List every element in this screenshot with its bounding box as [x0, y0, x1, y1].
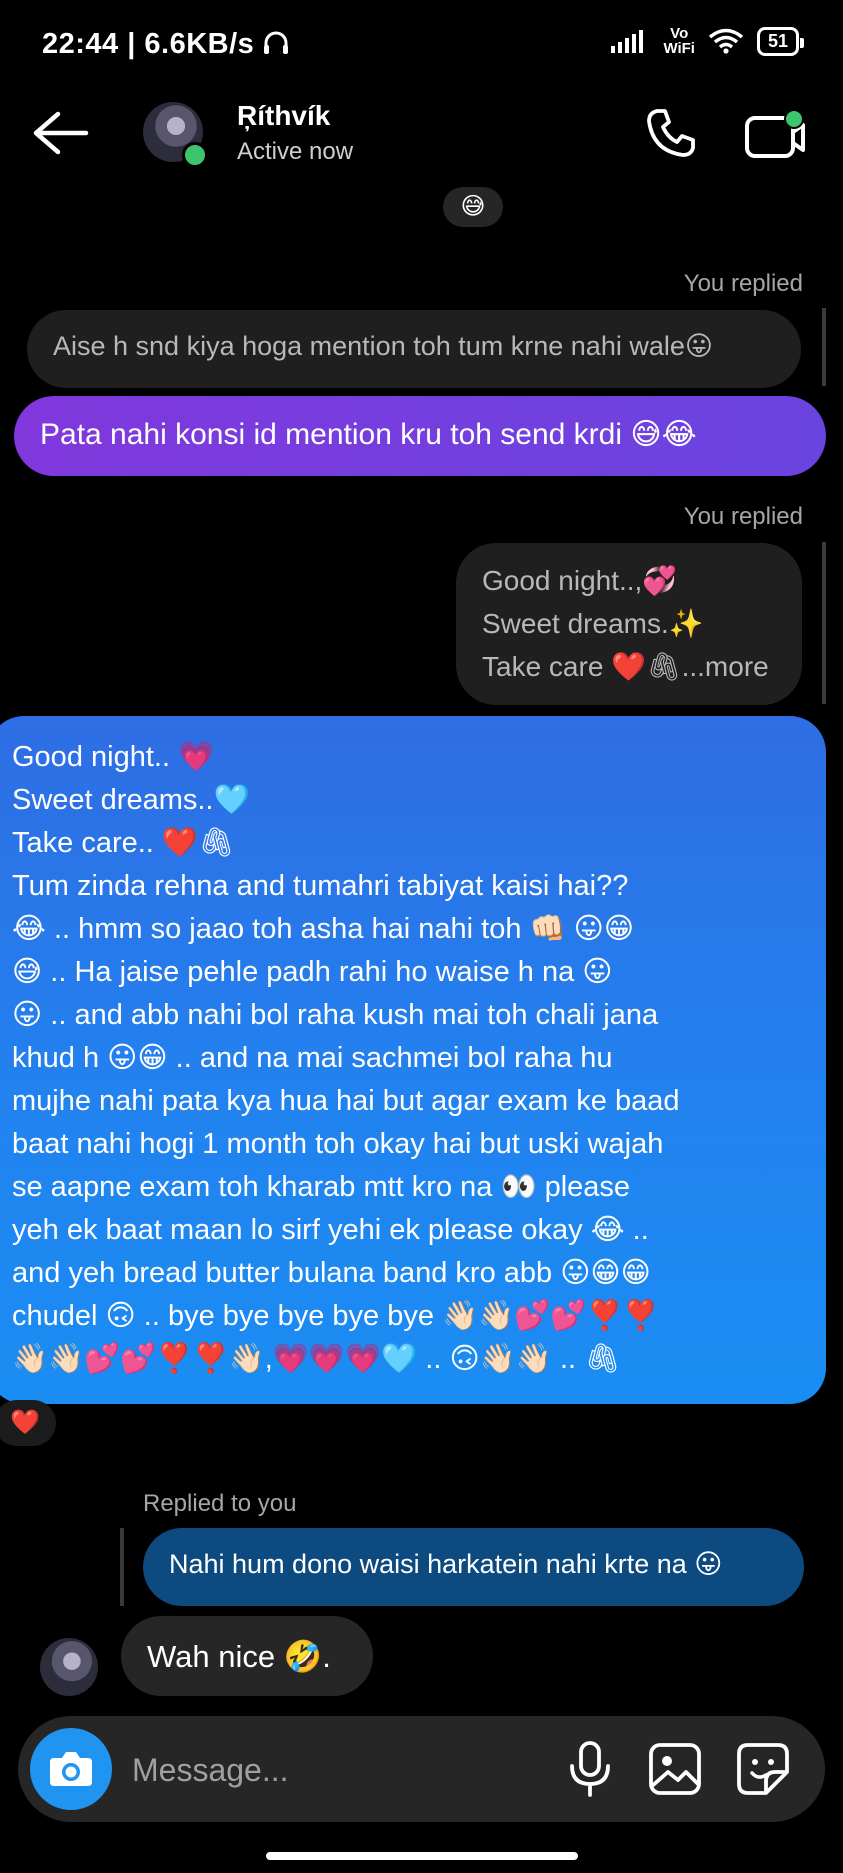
received-message-bubble[interactable]: Wah nice 🤣.: [121, 1616, 373, 1696]
message-line: Good night.. 💗: [12, 741, 215, 773]
vowifi-indicator: Vo WiFi: [663, 25, 695, 57]
message-line: 😂 .. hmm so jaao toh asha hai nahi toh 👊…: [12, 913, 635, 945]
sender-avatar[interactable]: [40, 1638, 98, 1696]
quoted-line: Good night..,💞: [482, 565, 678, 596]
video-call-icon[interactable]: [744, 108, 806, 160]
battery-indicator: 51: [756, 26, 805, 56]
online-status-dot: [182, 142, 208, 168]
clock: 22:44: [42, 28, 119, 60]
quoted-message[interactable]: Nahi hum dono waisi harkatein nahi krte …: [143, 1528, 804, 1606]
message-line: mujhe nahi pata kya hua hai but agar exa…: [12, 1085, 680, 1117]
microphone-icon[interactable]: [566, 1740, 614, 1798]
reply-label: Replied to you: [143, 1490, 297, 1517]
home-indicator[interactable]: [266, 1852, 578, 1860]
message-line: Take care.. ❤️🖇: [12, 827, 235, 859]
message-line: 😅 .. Ha jaise pehle padh rahi ho waise h…: [12, 956, 613, 988]
message-line: baat nahi hogi 1 month toh okay hai but …: [12, 1128, 664, 1160]
sticker-icon[interactable]: [736, 1742, 790, 1796]
heart-reaction[interactable]: ❤️: [0, 1400, 56, 1446]
message-line: Tum zinda rehna and tumahri tabiyat kais…: [12, 870, 629, 902]
message-reaction[interactable]: 😅: [443, 187, 503, 227]
status-bar-time: 22:44 | 6.6KB/s: [42, 28, 289, 61]
reply-divider: [822, 308, 826, 386]
reply-divider: [120, 1528, 124, 1606]
sent-message-bubble[interactable]: Pata nahi konsi id mention kru toh send …: [14, 396, 826, 476]
wifi-icon: [708, 28, 743, 54]
status-icons: Vo WiFi 51: [611, 25, 805, 57]
reply-divider: [822, 542, 826, 704]
message-line: se aapne exam toh kharab mtt kro na 👀 pl…: [12, 1171, 631, 1203]
sent-message-bubble[interactable]: Good night.. 💗 Sweet dreams..🩵 Take care…: [0, 716, 826, 1404]
message-line: 👋🏻👋🏻💕💕❣️❣️👋🏻,💗💗💗🩵 .. 🙃👋🏻👋🏻 .. 🖇: [12, 1343, 621, 1375]
contact-active-status: Active now: [237, 138, 354, 165]
quoted-line: Take care ❤️🖇...more: [482, 651, 769, 682]
back-arrow-icon[interactable]: [30, 110, 90, 156]
gallery-icon[interactable]: [648, 1742, 702, 1796]
message-input[interactable]: [130, 1745, 554, 1795]
quoted-message[interactable]: Good night..,💞 Sweet dreams.✨ Take care …: [456, 543, 802, 705]
contact-name[interactable]: Ŗíthvík: [237, 100, 330, 132]
camera-icon: [50, 1752, 92, 1786]
reply-label: You replied: [683, 270, 803, 297]
network-speed: 6.6KB/s: [144, 28, 255, 60]
signal-icon: [611, 30, 644, 53]
quoted-message[interactable]: Aise h snd kiya hoga mention toh tum krn…: [27, 310, 801, 388]
quoted-line: Sweet dreams.✨: [482, 608, 704, 639]
message-line: 😛 .. and abb nahi bol raha kush mai toh …: [12, 999, 659, 1031]
camera-button[interactable]: [30, 1728, 112, 1810]
message-line: yeh ek baat maan lo sirf yehi ek please …: [12, 1214, 649, 1246]
message-line: khud h 😛😁 .. and na mai sachmei bol raha…: [12, 1042, 613, 1074]
phone-call-icon[interactable]: [643, 105, 699, 161]
headphones-icon: [263, 31, 288, 54]
message-line: chudel 🙃 .. bye bye bye bye bye 👋🏻👋🏻💕💕❣️…: [12, 1300, 659, 1332]
message-line: and yeh bread butter bulana band kro abb…: [12, 1257, 651, 1289]
reply-label: You replied: [683, 503, 803, 530]
message-line: Sweet dreams..🩵: [12, 784, 250, 816]
